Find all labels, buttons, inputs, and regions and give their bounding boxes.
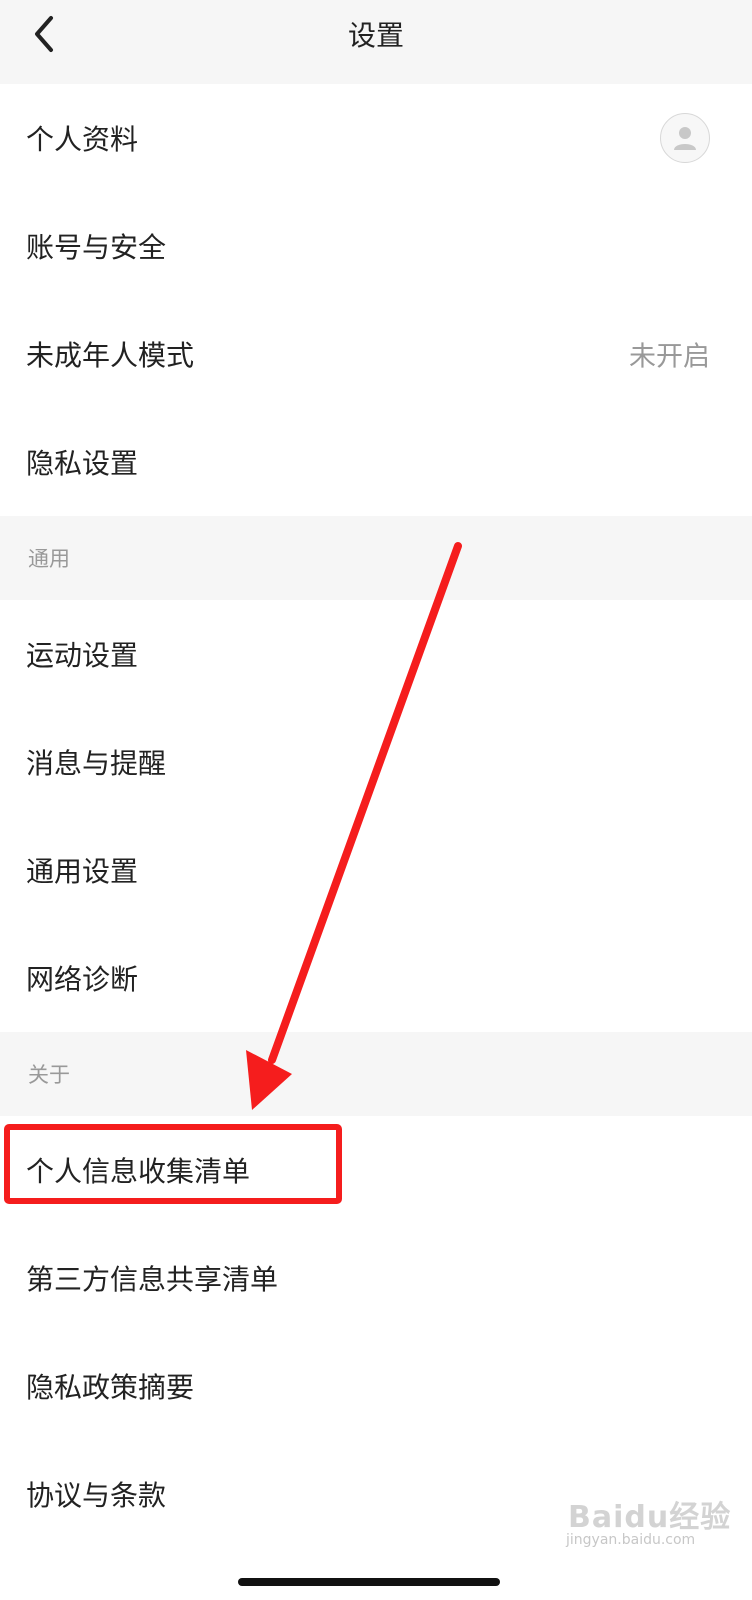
menu-item-label: 隐私设置 <box>26 447 139 480</box>
menu-item-account-security[interactable]: 账号与安全 <box>0 192 752 300</box>
page-title: 设置 <box>347 19 404 52</box>
menu-item-label: 协议与条款 <box>26 1479 167 1512</box>
section-header-general: 通用 <box>0 516 752 600</box>
menu-item-general-settings[interactable]: 通用设置 <box>0 816 752 924</box>
minor-mode-status: 未开启 <box>629 341 710 373</box>
menu-item-label: 运动设置 <box>26 639 139 672</box>
menu-item-agreements-terms[interactable]: 协议与条款 <box>0 1440 752 1548</box>
menu-item-label: 账号与安全 <box>26 231 167 264</box>
menu-item-label: 个人资料 <box>26 123 139 156</box>
person-icon <box>674 127 696 150</box>
menu-item-minor-mode[interactable]: 未成年人模式 未开启 <box>0 300 752 408</box>
menu-item-privacy-settings[interactable]: 隐私设置 <box>0 408 752 516</box>
section-label: 关于 <box>28 1063 70 1087</box>
menu-item-label: 隐私政策摘要 <box>26 1371 195 1404</box>
menu-item-label: 个人信息收集清单 <box>26 1155 251 1188</box>
home-indicator[interactable] <box>238 1578 500 1586</box>
menu-item-privacy-policy-summary[interactable]: 隐私政策摘要 <box>0 1332 752 1440</box>
section-header-about: 关于 <box>0 1032 752 1116</box>
menu-item-label: 消息与提醒 <box>26 747 167 780</box>
menu-item-label: 网络诊断 <box>26 963 139 996</box>
menu-item-profile[interactable]: 个人资料 <box>0 84 752 192</box>
user-avatar-icon[interactable] <box>660 113 710 163</box>
menu-item-network-diagnosis[interactable]: 网络诊断 <box>0 924 752 1032</box>
section-label: 通用 <box>28 547 70 571</box>
menu-item-label: 未成年人模式 <box>26 339 195 372</box>
navigation-bar: 设置 <box>0 0 752 84</box>
menu-item-personal-info-list[interactable]: 个人信息收集清单 <box>0 1116 752 1224</box>
menu-item-messages-reminders[interactable]: 消息与提醒 <box>0 708 752 816</box>
menu-item-label: 通用设置 <box>26 855 139 888</box>
menu-item-label: 第三方信息共享清单 <box>26 1263 279 1296</box>
menu-item-third-party-sharing-list[interactable]: 第三方信息共享清单 <box>0 1224 752 1332</box>
menu-item-exercise-settings[interactable]: 运动设置 <box>0 600 752 708</box>
